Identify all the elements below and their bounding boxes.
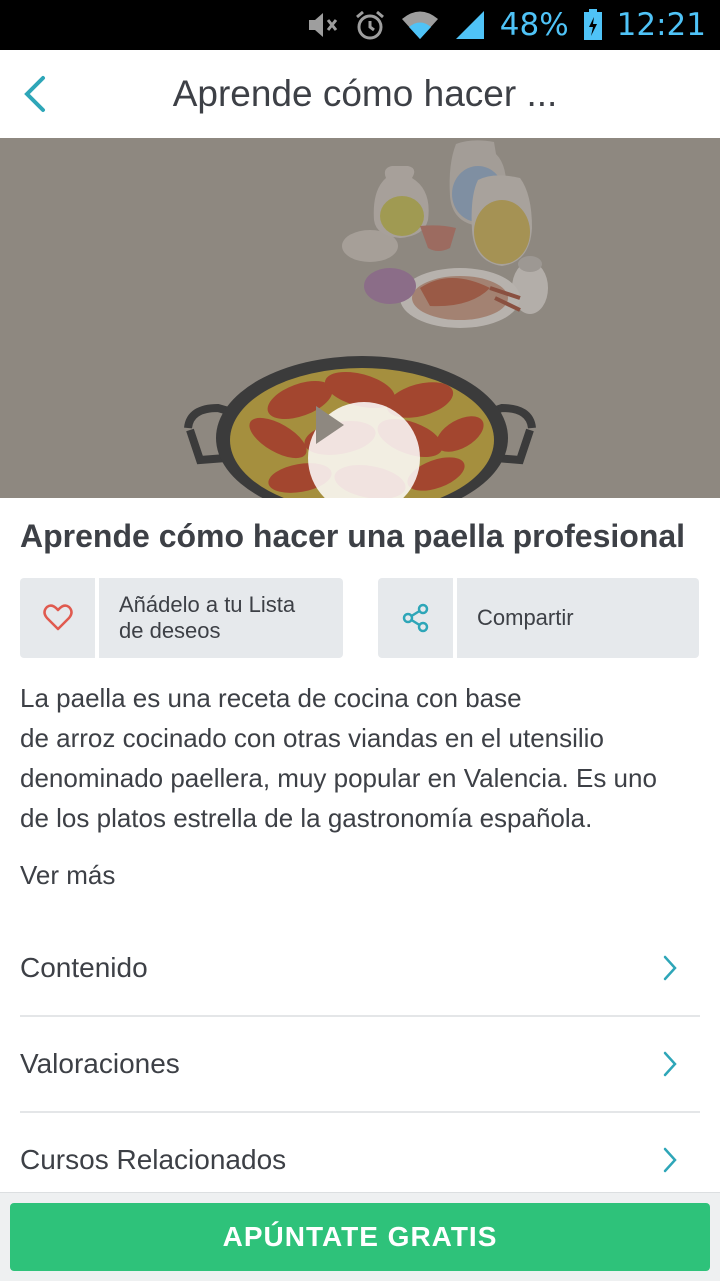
share-label: Compartir xyxy=(457,578,699,658)
course-description: La paella es una receta de cocina con ba… xyxy=(20,678,710,838)
section-label: Contenido xyxy=(20,951,148,983)
heart-icon xyxy=(42,604,73,631)
share-button[interactable]: Compartir xyxy=(378,578,699,658)
status-bar: 48% 12:21 xyxy=(0,0,720,50)
alarm-icon xyxy=(354,9,386,41)
section-label: Cursos Relacionados xyxy=(20,1143,287,1175)
see-more-link[interactable]: Ver más xyxy=(20,860,115,891)
wishlist-label: Añádelo a tu Lista de deseos xyxy=(99,578,343,658)
play-icon xyxy=(316,406,344,444)
signal-icon xyxy=(454,10,486,40)
battery-icon xyxy=(583,9,603,41)
clock-time: 12:21 xyxy=(616,7,706,43)
wishlist-icon-box xyxy=(20,578,95,658)
description-line: de los platos estrella de la gastronomía… xyxy=(20,803,593,833)
enroll-free-button[interactable]: APÚNTATE GRATIS xyxy=(10,1203,710,1271)
description-line: de arroz cocinado con otras viandas en e… xyxy=(20,723,604,753)
chevron-right-icon xyxy=(658,1049,682,1079)
wishlist-label-line2: de deseos xyxy=(119,618,221,643)
battery-percent: 48% xyxy=(499,7,569,43)
course-video-thumbnail[interactable] xyxy=(0,138,720,498)
chevron-right-icon xyxy=(658,953,682,983)
wifi-icon xyxy=(400,10,440,40)
description-line: La paella es una receta de cocina con ba… xyxy=(20,683,522,713)
section-row-valoraciones[interactable]: Valoraciones xyxy=(20,1016,700,1113)
share-icon xyxy=(402,603,428,633)
section-row-contenido[interactable]: Contenido xyxy=(20,920,700,1017)
page-title: Aprende cómo hacer ... xyxy=(172,73,558,114)
section-label: Valoraciones xyxy=(20,1047,180,1079)
app-header: Aprende cómo hacer ... xyxy=(0,50,720,138)
share-icon-box xyxy=(378,578,453,658)
description-line: denominado paellera, muy popular en Vale… xyxy=(20,763,657,793)
cta-bar: APÚNTATE GRATIS xyxy=(0,1192,720,1281)
chevron-right-icon xyxy=(658,1145,682,1175)
mute-icon xyxy=(306,10,340,40)
wishlist-label-line1: Añádelo a tu Lista xyxy=(119,592,296,617)
course-title: Aprende cómo hacer una paella profesiona… xyxy=(20,518,686,554)
add-to-wishlist-button[interactable]: Añádelo a tu Lista de deseos xyxy=(20,578,343,658)
